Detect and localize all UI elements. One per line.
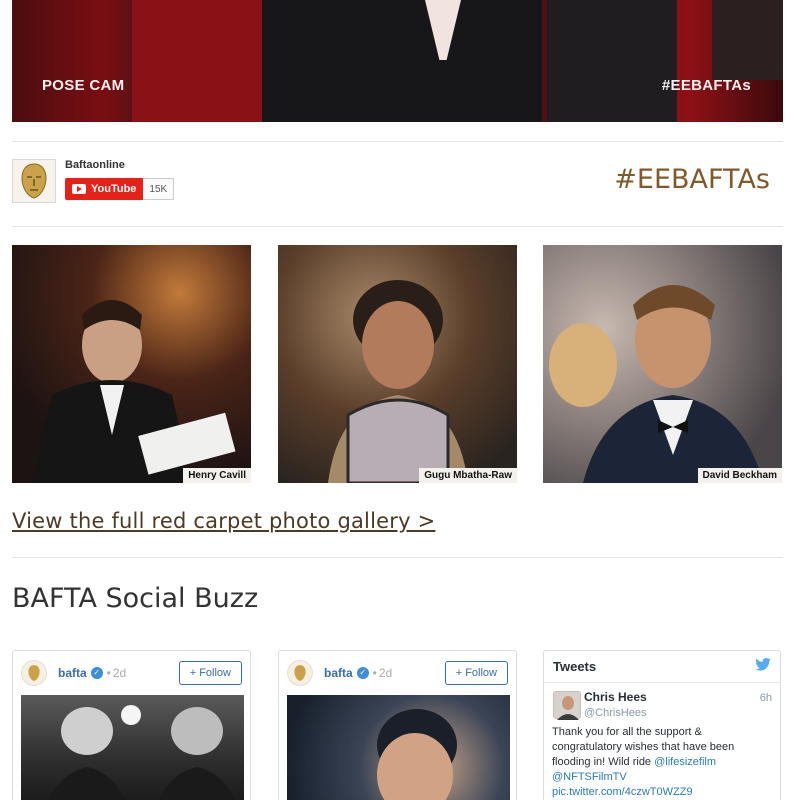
divider	[12, 226, 783, 227]
tweet-time[interactable]: 6h	[760, 692, 772, 704]
red-carpet-photo[interactable]: David Beckham	[543, 245, 782, 483]
subscriber-count: 15K	[143, 178, 175, 200]
hero-figure-right	[547, 0, 677, 122]
divider	[12, 557, 783, 558]
bafta-avatar[interactable]	[21, 660, 47, 686]
instagram-post-image[interactable]	[287, 695, 510, 800]
bafta-avatar[interactable]	[287, 660, 313, 686]
hero-figure-far-right	[712, 0, 783, 80]
full-gallery-link[interactable]: View the full red carpet photo gallery >	[12, 509, 435, 533]
separator-dot: •	[106, 666, 111, 680]
instagram-username[interactable]: bafta	[58, 666, 87, 680]
youtube-play-icon	[72, 184, 86, 194]
hero-caption-left: POSE CAM	[42, 77, 125, 94]
instagram-post-card[interactable]: bafta ✓ • 2d + Follow	[278, 650, 517, 800]
instagram-username[interactable]: bafta	[324, 666, 353, 680]
follow-button[interactable]: + Follow	[444, 661, 508, 685]
tweet-author-name[interactable]: Chris Hees	[584, 690, 772, 704]
tweet-media-link[interactable]: pic.twitter.com/4czwT0WZZ9	[552, 786, 693, 798]
twitter-bird-icon[interactable]	[755, 657, 771, 676]
photo-caption: Henry Cavill	[183, 468, 251, 483]
tweets-title[interactable]: Tweets	[553, 659, 596, 674]
youtube-channel-widget: Baftaonline YouTube 15K	[12, 159, 175, 203]
tweet-mention-link[interactable]: @NFTSFilmTV	[552, 771, 627, 783]
hero-caption-right: #EEBAFTAs	[661, 77, 751, 94]
photo-caption: Gugu Mbatha-Raw	[419, 468, 517, 483]
photo-illustration	[32, 300, 236, 483]
follow-button[interactable]: + Follow	[178, 661, 242, 685]
youtube-label: YouTube	[91, 183, 137, 195]
verified-check-icon: ✓	[356, 667, 369, 679]
photo-illustration	[328, 280, 468, 483]
hero-figure-center	[262, 0, 542, 122]
tweet-text: Thank you for all the support & congratu…	[552, 725, 772, 800]
tweet-author-handle[interactable]: @ChrisHees	[584, 707, 772, 719]
instagram-post-card[interactable]: bafta ✓ • 2d + Follow	[12, 650, 251, 800]
red-carpet-photo[interactable]: Gugu Mbatha-Raw	[278, 245, 517, 483]
post-time: 2d	[378, 666, 393, 680]
photo-illustration	[549, 285, 763, 483]
hero-pose-cam-image[interactable]: POSE CAM #EEBAFTAs	[12, 0, 783, 122]
channel-name[interactable]: Baftaonline	[65, 159, 174, 171]
post-time: 2d	[112, 666, 127, 680]
red-carpet-photo[interactable]: Henry Cavill	[12, 245, 251, 483]
section-title: BAFTA Social Buzz	[12, 583, 259, 614]
tweet-mention-link[interactable]: @lifesizefilm	[654, 756, 716, 768]
instagram-post-image[interactable]	[21, 695, 244, 800]
separator-dot: •	[372, 666, 377, 680]
tweet-author-avatar[interactable]	[553, 691, 581, 720]
youtube-subscribe-button[interactable]: YouTube	[65, 178, 144, 200]
twitter-timeline-widget: Tweets Chris Hees @ChrisHees 6h Thank yo…	[543, 650, 781, 800]
hashtag-heading: #EEBAFTAs	[614, 164, 770, 195]
tweet[interactable]: Chris Hees @ChrisHees 6h Thank you for a…	[544, 683, 780, 800]
hero-figure-left	[132, 0, 282, 122]
bafta-mask-logo[interactable]	[12, 159, 56, 203]
verified-check-icon: ✓	[90, 667, 103, 679]
divider	[12, 141, 783, 142]
photo-caption: David Beckham	[697, 468, 782, 483]
